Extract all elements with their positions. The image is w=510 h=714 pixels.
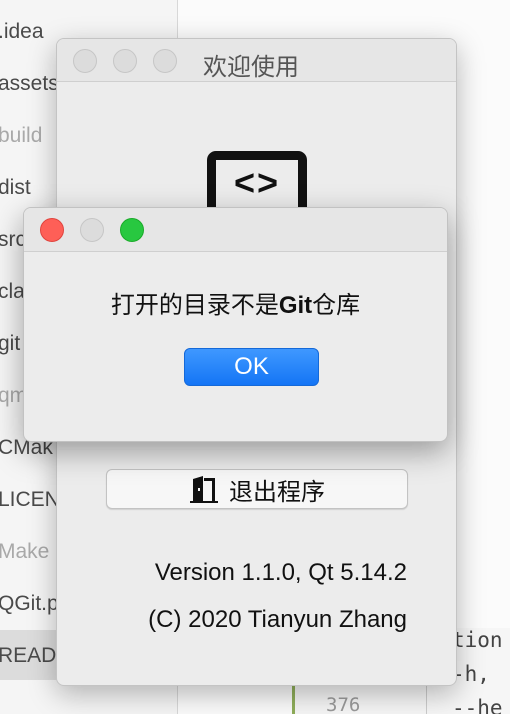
minimize-button[interactable] — [80, 218, 104, 242]
code-line: -h, — [452, 662, 490, 686]
line-number: 376 — [326, 694, 361, 714]
alert-message-bold: Git — [278, 292, 313, 319]
welcome-titlebar[interactable]: 欢迎使用 — [57, 39, 456, 82]
alert-message: 打开的目录不是Git仓库 — [24, 285, 447, 320]
code-brackets-icon: <> — [233, 162, 281, 203]
quit-button-label: 退出程序 — [229, 478, 325, 506]
code-line: tion — [452, 628, 503, 652]
quit-button[interactable]: 退出程序 — [106, 469, 408, 509]
alert-titlebar[interactable] — [24, 208, 447, 252]
alert-message-prefix: 打开的目录不是 — [110, 292, 279, 319]
copyright-text: (C) 2020 Tianyun Zhang — [148, 606, 407, 633]
door-exit-icon — [189, 475, 219, 503]
alert-message-suffix: 仓库 — [312, 292, 361, 319]
minimize-button[interactable] — [113, 49, 137, 73]
code-line: --he — [452, 696, 503, 714]
maximize-button[interactable] — [120, 218, 144, 242]
maximize-button[interactable] — [153, 49, 177, 73]
close-button[interactable] — [40, 218, 64, 242]
version-text: Version 1.1.0, Qt 5.14.2 — [154, 559, 407, 586]
ok-button[interactable]: OK — [184, 348, 319, 386]
close-button[interactable] — [73, 49, 97, 73]
alert-dialog: 打开的目录不是Git仓库 OK — [23, 207, 448, 442]
window-title: 欢迎使用 — [203, 54, 299, 81]
